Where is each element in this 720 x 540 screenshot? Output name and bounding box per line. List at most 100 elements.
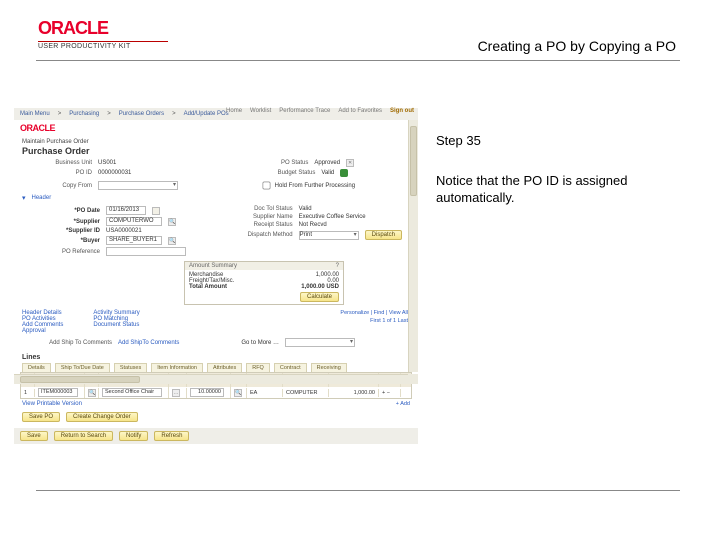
- buyer-input[interactable]: SHARE_BUYER1: [106, 236, 162, 245]
- budget-ok-icon: [340, 169, 348, 177]
- addship-row: Add Ship To Comments Add ShipTo Comments…: [14, 337, 418, 348]
- footer-buttons: Save Return to Search Notify Refresh: [14, 428, 418, 444]
- crumb[interactable]: Purchase Orders: [119, 111, 164, 117]
- lookup-icon[interactable]: 🔍: [88, 389, 96, 397]
- return-button[interactable]: Return to Search: [54, 431, 113, 441]
- copy-row: Copy From Hold From Further Processing: [14, 178, 418, 193]
- hold-checkbox[interactable]: Hold From Further Processing: [260, 179, 355, 192]
- bu-row: Business Unit US001 PO Status Approved ✕: [14, 158, 418, 168]
- tab[interactable]: RFQ: [246, 363, 270, 372]
- supplierid-value: USA0000021: [106, 228, 142, 234]
- status-action-icon[interactable]: ✕: [346, 159, 354, 167]
- calendar-icon[interactable]: [152, 207, 160, 215]
- doctol-label: Doc Tol Status: [223, 206, 293, 212]
- personalize-link[interactable]: Personalize | Find | View All: [340, 310, 408, 316]
- bu-label: Business Unit: [22, 160, 92, 166]
- crumb[interactable]: Add/Update POs: [184, 111, 229, 117]
- dispatch-select[interactable]: Print: [299, 231, 359, 240]
- notify-button[interactable]: Notify: [119, 431, 148, 441]
- save-po-button[interactable]: Save PO: [22, 412, 60, 422]
- scroll-thumb[interactable]: [410, 126, 417, 196]
- recv-label: Receipt Status: [223, 222, 293, 228]
- addship-label: Add Ship To Comments: [22, 340, 112, 346]
- cell: 1,000.00: [329, 389, 379, 397]
- link[interactable]: Document Status: [93, 322, 139, 328]
- app-screenshot: Main Menu> Purchasing> Purchase Orders> …: [14, 108, 418, 384]
- bu-value: US001: [98, 160, 116, 166]
- podate-label: *PO Date: [30, 208, 100, 214]
- scrollbar-horizontal[interactable]: [14, 374, 408, 384]
- scroll-corner: [408, 374, 418, 384]
- oracle-wordmark: ORACLE: [38, 18, 168, 39]
- tab[interactable]: Receiving: [311, 363, 347, 372]
- qty-input[interactable]: 10.00000: [190, 388, 224, 397]
- detail-icon[interactable]: …: [172, 389, 180, 397]
- crumb[interactable]: Purchasing: [69, 111, 99, 117]
- step-label: Step 35: [436, 132, 686, 150]
- tab-home[interactable]: Home: [226, 108, 242, 114]
- add-row-icon[interactable]: +: [382, 390, 385, 396]
- table-row: 1 ITEM000003 🔍 Second Office Chair … 10.…: [21, 387, 411, 398]
- header-toggle-label: Header: [32, 195, 52, 201]
- view-printable-link[interactable]: View Printable Version: [22, 401, 82, 407]
- breadcrumb-bar: Main Menu> Purchasing> Purchase Orders> …: [14, 108, 418, 120]
- scroll-thumb[interactable]: [20, 376, 140, 383]
- refresh-button[interactable]: Refresh: [154, 431, 189, 441]
- cell: 1: [21, 389, 35, 397]
- lines-heading: Lines: [14, 352, 418, 363]
- tab[interactable]: Item Information: [151, 363, 203, 372]
- link[interactable]: Approval: [22, 328, 63, 334]
- cell: COMPUTER: [283, 389, 329, 397]
- addship-link[interactable]: Add ShipTo Comments: [118, 340, 179, 346]
- chevron-down-icon: ▾: [22, 194, 26, 202]
- app-brand-bar: ORACLE: [14, 120, 418, 136]
- tab[interactable]: Statuses: [114, 363, 147, 372]
- supname-value: Executive Coffee Service: [299, 214, 366, 220]
- copy-from-select[interactable]: [98, 181, 178, 190]
- summary-title: Amount Summary: [189, 263, 237, 269]
- poref-input[interactable]: [106, 247, 186, 256]
- dispatch-button[interactable]: Dispatch: [365, 230, 402, 240]
- lookup-icon[interactable]: 🔍: [168, 218, 176, 226]
- supplier-input[interactable]: COMPUTERWO: [106, 217, 162, 226]
- scrollbar-vertical[interactable]: [408, 120, 418, 372]
- desc-input[interactable]: Second Office Chair: [102, 388, 162, 397]
- poid-row: PO ID 0000000031 Budget Status Valid: [14, 168, 418, 178]
- goto-label: Go to More …: [241, 340, 279, 346]
- tab-fav[interactable]: Add to Favorites: [338, 108, 382, 114]
- crumb[interactable]: Main Menu: [20, 111, 50, 117]
- tab[interactable]: Ship To/Due Date: [55, 363, 110, 372]
- supplierid-label: *Supplier ID: [30, 228, 100, 234]
- help-icon[interactable]: ?: [336, 263, 339, 269]
- brand-line: [38, 41, 168, 42]
- poref-label: PO Reference: [30, 249, 100, 255]
- nav-tabs: Home Worklist Performance Trace Add to F…: [226, 108, 414, 114]
- save-button[interactable]: Save: [20, 431, 48, 441]
- item-input[interactable]: ITEM000003: [38, 388, 78, 397]
- lookup-icon[interactable]: 🔍: [234, 389, 242, 397]
- save-buttons: Save PO Create Change Order: [14, 409, 418, 425]
- doctol-value: Valid: [299, 206, 312, 212]
- dispatch-label: Dispatch Method: [223, 232, 293, 238]
- lookup-icon[interactable]: 🔍: [168, 237, 176, 245]
- buyer-label: *Buyer: [30, 238, 100, 244]
- tab[interactable]: Attributes: [207, 363, 242, 372]
- tab-worklist[interactable]: Worklist: [250, 108, 271, 114]
- page-heading: Purchase Order: [14, 146, 418, 158]
- section-label: Maintain Purchase Order: [14, 136, 418, 146]
- podate-input[interactable]: 01/16/2013: [106, 206, 146, 215]
- calculate-button[interactable]: Calculate: [300, 292, 339, 302]
- budget-value: Valid: [321, 170, 334, 176]
- copy-label: Copy From: [22, 183, 92, 189]
- del-row-icon[interactable]: −: [387, 390, 390, 396]
- tab-signout[interactable]: Sign out: [390, 108, 414, 114]
- add-link[interactable]: + Add: [396, 401, 410, 407]
- po-status-label: PO Status: [238, 160, 308, 166]
- tab[interactable]: Details: [22, 363, 51, 372]
- change-order-button[interactable]: Create Change Order: [66, 412, 138, 422]
- header: ORACLE USER PRODUCTIVITY KIT Creating a …: [0, 18, 720, 58]
- header-toggle[interactable]: ▾ Header: [14, 193, 418, 203]
- goto-select[interactable]: [285, 338, 355, 347]
- tab[interactable]: Contract: [274, 363, 307, 372]
- tab-perf[interactable]: Performance Trace: [279, 108, 330, 114]
